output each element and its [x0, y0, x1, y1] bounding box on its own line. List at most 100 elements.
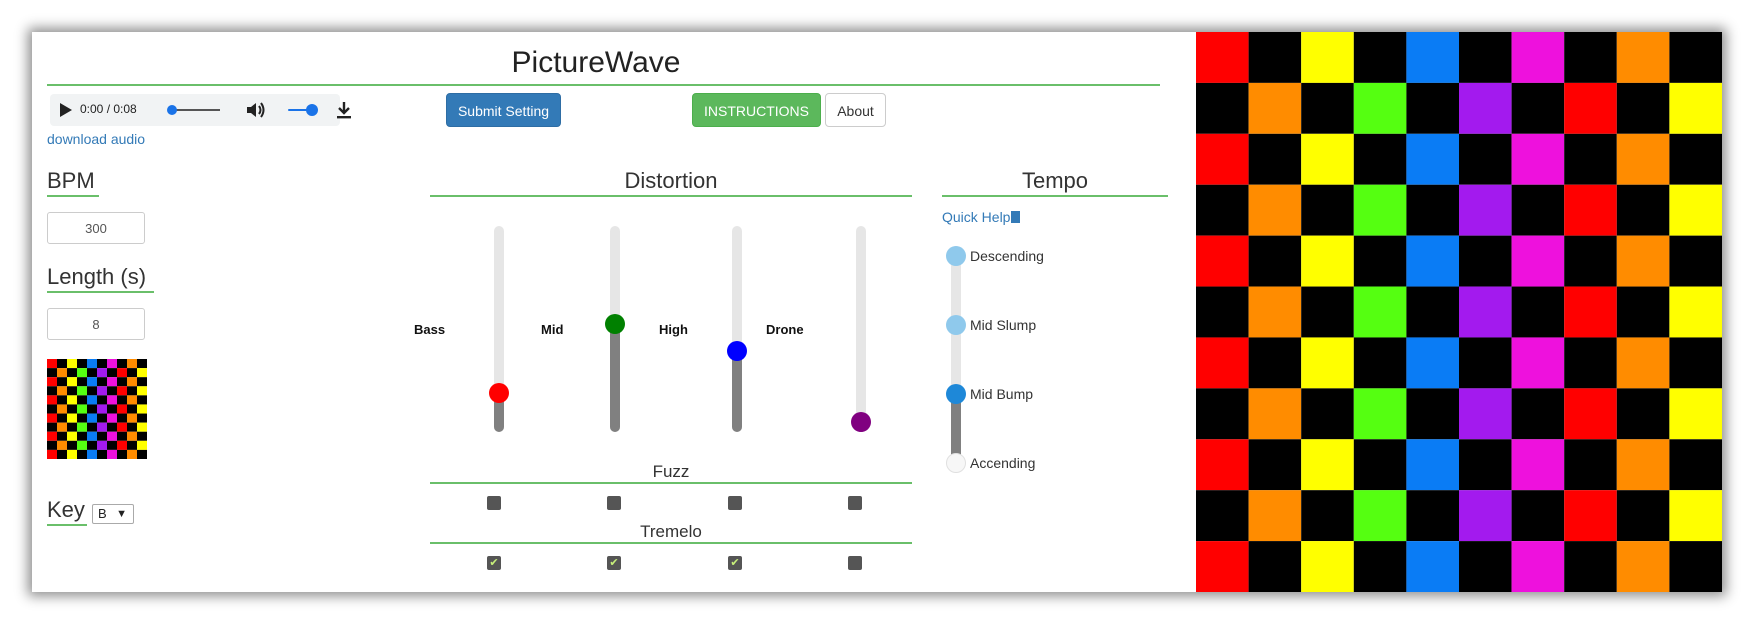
audio-progress-knob[interactable]	[167, 105, 177, 115]
tempo-title: Tempo	[1021, 168, 1089, 193]
grid-cell	[1248, 235, 1302, 287]
fuzz-checkbox[interactable]	[607, 496, 621, 510]
grid-cell	[137, 368, 147, 378]
grid-cell	[87, 395, 97, 405]
download-audio-link[interactable]: download audio	[47, 131, 145, 147]
grid-cell	[117, 395, 127, 405]
tremelo-checkbox[interactable]: ✔	[728, 556, 742, 570]
submit-setting-button[interactable]: Submit Setting	[446, 93, 561, 127]
grid-cell	[1353, 541, 1407, 592]
grid-cell	[1564, 541, 1617, 592]
grid-cell	[97, 377, 107, 387]
tempo-stop[interactable]	[946, 384, 966, 404]
grid-cell	[1406, 235, 1459, 287]
audio-player[interactable]: 0:00 / 0:08	[50, 94, 351, 126]
tempo-stop[interactable]	[946, 246, 966, 266]
grid-cell	[1353, 82, 1407, 134]
length-input[interactable]: 8	[47, 308, 145, 340]
tremelo-checkbox[interactable]: ✔	[607, 556, 621, 570]
grid-cell	[1669, 235, 1722, 287]
grid-cell	[1511, 490, 1565, 542]
grid-cell	[1301, 490, 1354, 542]
grid-cell	[47, 359, 57, 369]
key-select[interactable]: B ▼	[92, 504, 134, 524]
grid-cell	[1616, 32, 1670, 83]
grid-cell	[1406, 541, 1459, 592]
distortion-slider-knob[interactable]	[851, 412, 871, 432]
grid-cell	[47, 413, 57, 423]
grid-cell	[1616, 490, 1670, 542]
grid-cell	[47, 449, 57, 459]
grid-cell	[127, 359, 137, 369]
audio-progress-track[interactable]	[170, 109, 220, 111]
grid-cell	[1301, 388, 1354, 440]
control-panel: PictureWave 0:00 / 0:08 download audio S…	[32, 32, 1196, 592]
grid-cell	[47, 368, 57, 378]
volume-knob[interactable]	[306, 104, 318, 116]
grid-cell	[1564, 82, 1617, 134]
grid-cell	[1511, 286, 1565, 338]
grid-cell	[127, 377, 137, 387]
tempo-stop[interactable]	[946, 315, 966, 335]
distortion-slider-knob[interactable]	[727, 341, 747, 362]
grid-cell	[67, 413, 77, 423]
fuzz-divider	[430, 482, 912, 484]
length-underline	[47, 291, 154, 293]
fuzz-checkbox[interactable]	[728, 496, 742, 510]
grid-cell	[97, 359, 107, 369]
distortion-divider	[430, 195, 912, 197]
grid-cell	[97, 404, 107, 414]
distortion-slider-knob[interactable]	[489, 382, 509, 403]
distortion-slider-knob[interactable]	[605, 314, 625, 334]
distortion-slider-label: Drone	[766, 322, 804, 337]
instructions-button[interactable]: INSTRUCTIONS	[692, 93, 821, 127]
distortion-slider-track[interactable]	[856, 226, 866, 432]
grid-cell	[117, 368, 127, 378]
title-divider	[47, 84, 1160, 86]
grid-cell	[67, 449, 77, 459]
fuzz-checkbox[interactable]	[848, 496, 862, 510]
grid-cell	[1511, 32, 1565, 83]
quick-help-link[interactable]: Quick Help	[942, 209, 1021, 225]
tempo-stop[interactable]	[946, 453, 966, 473]
grid-cell	[47, 404, 57, 414]
grid-cell	[127, 368, 137, 378]
grid-cell	[1196, 439, 1249, 491]
grid-cell	[1564, 439, 1617, 491]
grid-cell	[87, 422, 97, 432]
grid-cell	[87, 449, 97, 459]
play-icon[interactable]	[60, 103, 72, 117]
grid-cell	[1669, 32, 1722, 83]
grid-cell	[107, 449, 117, 459]
grid-cell	[1353, 439, 1407, 491]
tremelo-checkbox[interactable]	[848, 556, 862, 570]
grid-cell	[1616, 82, 1670, 134]
grid-cell	[77, 386, 87, 396]
grid-cell	[77, 449, 87, 459]
bpm-input[interactable]: 300	[47, 212, 145, 244]
grid-cell	[57, 422, 67, 432]
grid-cell	[1669, 541, 1722, 592]
grid-cell	[1669, 82, 1722, 134]
about-button[interactable]: About	[825, 93, 886, 127]
download-icon[interactable]	[335, 100, 353, 120]
grid-cell	[1459, 286, 1512, 338]
grid-cell	[117, 386, 127, 396]
tremelo-checkbox[interactable]: ✔	[487, 556, 501, 570]
volume-icon[interactable]	[245, 100, 267, 120]
grid-cell	[77, 395, 87, 405]
quick-help-text: Quick Help	[942, 209, 1011, 225]
grid-cell	[87, 359, 97, 369]
grid-cell	[77, 431, 87, 441]
grid-cell	[137, 449, 147, 459]
grid-cell	[67, 431, 77, 441]
audio-time: 0:00 / 0:08	[80, 102, 137, 116]
grid-cell	[1196, 82, 1249, 134]
grid-cell	[127, 404, 137, 414]
grid-cell	[67, 368, 77, 378]
grid-cell	[117, 422, 127, 432]
grid-cell	[137, 440, 147, 450]
bpm-label: BPM	[47, 168, 95, 193]
grid-cell	[1248, 388, 1302, 440]
fuzz-checkbox[interactable]	[487, 496, 501, 510]
